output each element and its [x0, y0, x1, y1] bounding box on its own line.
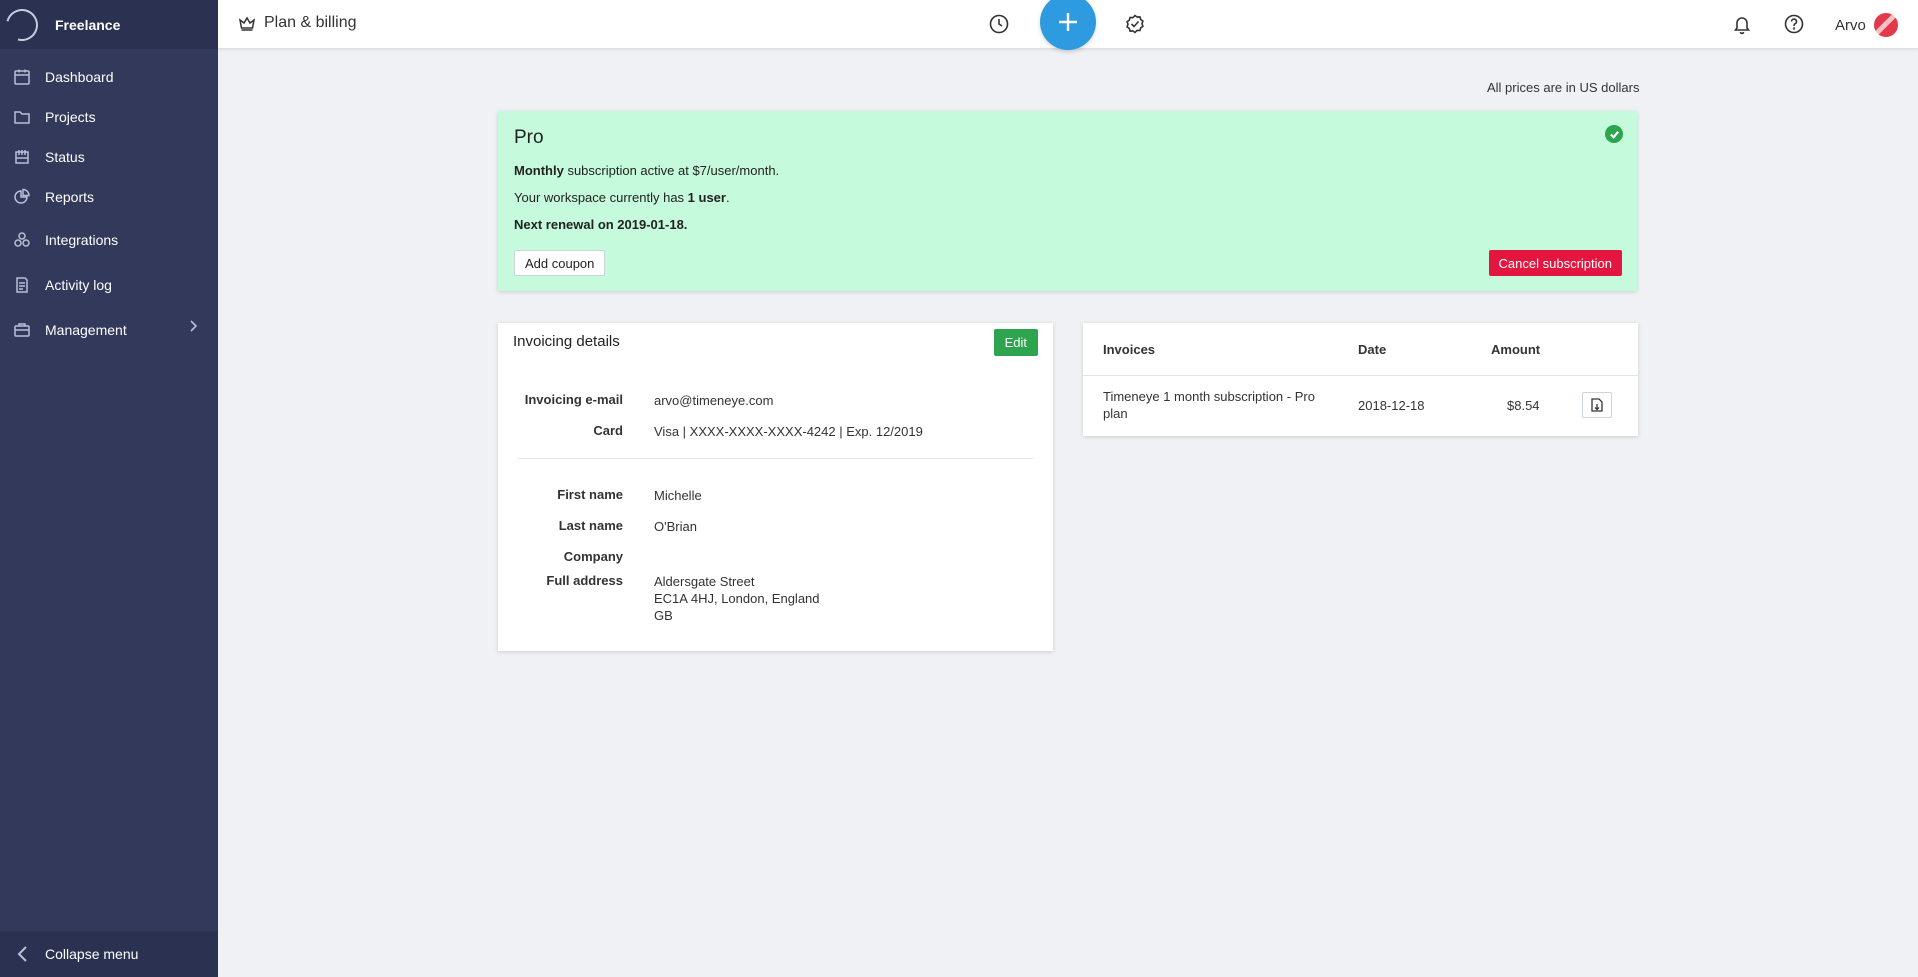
plan-users-line: Your workspace currently has 1 user. [514, 190, 1621, 205]
full-address-value: Aldersgate Street EC1A 4HJ, London, Engl… [654, 573, 820, 624]
invoice-name-line: Timeneye 1 month subscription - Pro [1103, 389, 1315, 404]
address-line: GB [654, 608, 673, 623]
workspace-switcher[interactable]: Freelance [0, 0, 218, 49]
folder-icon [13, 108, 31, 126]
crown-icon [238, 16, 256, 31]
sidebar: Freelance Dashboard Projects Status Repo… [0, 0, 218, 977]
invoicing-email-value: arvo@timeneye.com [654, 393, 774, 408]
field-label: Last name [558, 518, 623, 533]
price-note: All prices are in US dollars [1487, 80, 1640, 95]
workspace-logo-icon [0, 2, 44, 47]
sidebar-item-activity-log[interactable]: Activity log [0, 262, 218, 307]
field-label: Full address [546, 573, 623, 588]
active-check-icon [1605, 125, 1623, 143]
plan-renewal-line: Next renewal on 2019-01-18. [514, 217, 1621, 232]
invoice-amount: $8.54 [1507, 398, 1540, 413]
invoice-name: Timeneye 1 month subscription - Pro plan [1103, 388, 1315, 422]
invoice-name-line: plan [1103, 406, 1128, 421]
field-label: First name [557, 487, 623, 502]
plan-users-prefix: Your workspace currently has [514, 190, 688, 205]
calendar-icon [13, 68, 31, 86]
address-line: Aldersgate Street [654, 574, 755, 589]
sidebar-item-label: Reports [45, 189, 95, 205]
collapse-menu-button[interactable]: Collapse menu [0, 931, 218, 977]
topbar: Plan & billing Arvo [218, 0, 1918, 50]
field-label: Company [563, 549, 623, 564]
plus-icon [1059, 13, 1077, 31]
column-header-invoices: Invoices [1103, 342, 1156, 357]
plan-name: Pro [514, 127, 544, 148]
edit-invoicing-button[interactable]: Edit [993, 329, 1038, 356]
first-name-value: Michelle [654, 488, 702, 503]
pdf-file-icon [1591, 398, 1603, 412]
log-icon [13, 276, 31, 294]
chevron-right-icon [186, 319, 200, 336]
workspace-name: Freelance [55, 16, 121, 33]
table-row: Timeneye 1 month subscription - Pro plan… [1083, 376, 1638, 436]
integrations-icon [13, 231, 31, 249]
page-title: Plan & billing [238, 14, 357, 32]
sidebar-item-status[interactable]: Status [0, 137, 218, 177]
plan-price-text: subscription active at $7/user/month. [563, 163, 780, 178]
plan-frequency: Monthly [514, 163, 564, 178]
briefcase-icon [13, 321, 31, 339]
sidebar-item-label: Dashboard [45, 69, 114, 85]
invoicing-details-title: Invoicing details [513, 333, 620, 350]
user-name: Arvo [1835, 16, 1866, 34]
divider [518, 458, 1033, 459]
chevron-left-icon [17, 946, 27, 962]
sidebar-item-reports[interactable]: Reports [0, 177, 218, 217]
plan-card: Pro Monthly subscription active at $7/us… [498, 111, 1637, 291]
download-invoice-button[interactable] [1582, 392, 1612, 418]
sidebar-item-projects[interactable]: Projects [0, 97, 218, 137]
card-value: Visa | XXXX-XXXX-XXXX-4242 | Exp. 12/201… [654, 424, 923, 439]
invoices-table: Invoices Date Amount Timeneye 1 month su… [1083, 323, 1638, 436]
sidebar-item-label: Status [45, 149, 85, 165]
add-coupon-button[interactable]: Add coupon [514, 250, 606, 276]
avatar [1873, 13, 1898, 37]
status-icon [13, 148, 31, 166]
field-label: Card [593, 423, 623, 438]
plan-users-suffix: . [725, 190, 730, 205]
sidebar-item-label: Projects [45, 109, 96, 125]
sidebar-item-label: Integrations [45, 231, 119, 248]
plan-user-count: 1 user [687, 190, 726, 205]
sidebar-item-label: Management [45, 321, 127, 338]
timer-icon[interactable] [988, 13, 1010, 35]
sidebar-item-label: Activity log [45, 276, 112, 293]
plan-renewal-date: Next renewal on 2019-01-18. [514, 217, 688, 232]
approval-check-icon[interactable] [1124, 13, 1146, 35]
add-entry-button[interactable] [1040, 0, 1096, 50]
last-name-value: O'Brian [654, 519, 697, 534]
pie-chart-icon [13, 188, 31, 206]
invoice-date: 2018-12-18 [1358, 398, 1425, 413]
collapse-menu-label: Collapse menu [45, 946, 139, 962]
invoicing-details-card: Invoicing details Edit Invoicing e-mail … [498, 323, 1053, 651]
sidebar-nav: Dashboard Projects Status Reports Integr… [0, 57, 218, 352]
bell-icon[interactable] [1731, 13, 1753, 35]
user-menu[interactable]: Arvo [1835, 13, 1898, 37]
table-header: Invoices Date Amount [1083, 323, 1638, 376]
page-title-text: Plan & billing [264, 14, 357, 31]
address-line: EC1A 4HJ, London, England [654, 591, 820, 606]
plan-subscription-line: Monthly subscription active at $7/user/m… [514, 163, 1621, 178]
column-header-date: Date [1358, 342, 1387, 357]
help-icon[interactable] [1783, 13, 1805, 35]
sidebar-item-dashboard[interactable]: Dashboard [0, 57, 218, 97]
sidebar-item-management[interactable]: Management [0, 307, 218, 352]
field-label: Invoicing e-mail [524, 392, 623, 407]
sidebar-item-integrations[interactable]: Integrations [0, 217, 218, 262]
cancel-subscription-button[interactable]: Cancel subscription [1488, 250, 1622, 276]
column-header-amount: Amount [1491, 342, 1541, 357]
